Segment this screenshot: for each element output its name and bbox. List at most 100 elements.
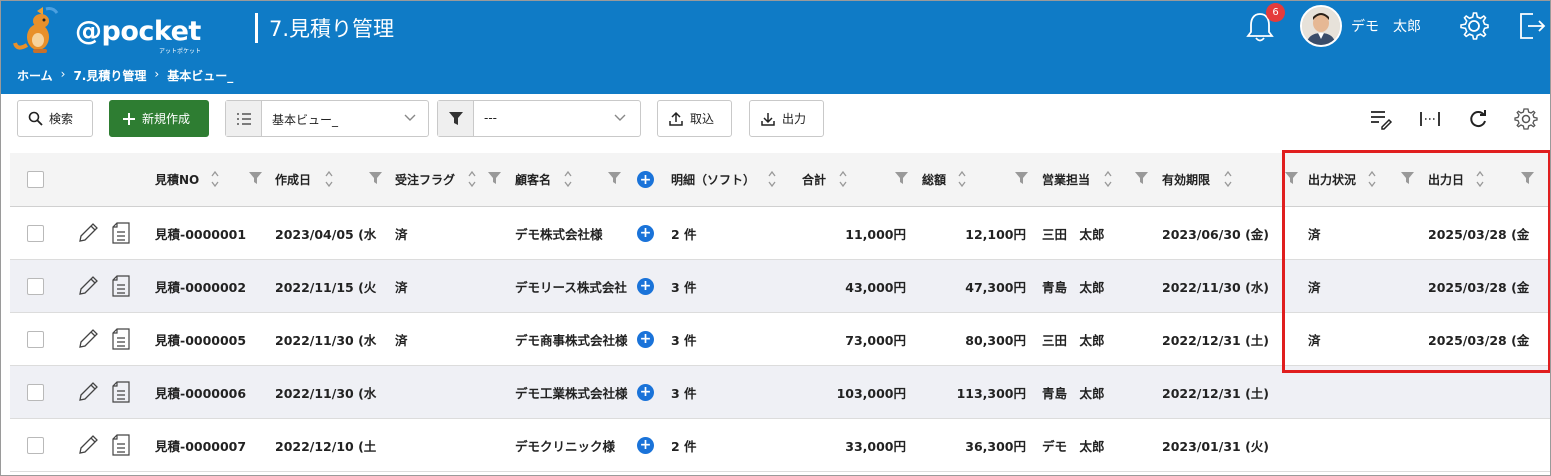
estimate-no[interactable]: 見積-0000005 [155,313,265,365]
filter-icon[interactable] [1521,172,1534,185]
sort-icon[interactable] [1367,168,1377,190]
logout-icon[interactable] [1515,10,1547,42]
pencil-icon[interactable] [77,434,99,456]
estimate-no[interactable]: 見積-0000007 [155,419,265,471]
sort-icon[interactable] [1223,168,1233,190]
column-header-no[interactable]: 見積NO [155,153,199,206]
download-icon [761,112,775,126]
customer-name: デモ工業株式会社様 [515,385,628,401]
detail-add-cell: + [637,260,657,312]
column-header-detail[interactable]: 明細（ソフト） [671,153,755,206]
created-date: 2022/11/30 (水 [275,385,377,401]
filter-icon[interactable] [369,172,382,185]
sort-icon[interactable] [1475,168,1485,190]
table-row[interactable]: 見積-0000006 2022/11/30 (水 デモ工業株式会社様 + 3 件… [10,366,1550,419]
table-row[interactable]: 見積-0000001 2023/04/05 (水 済 デモ株式会社様 + 2 件… [10,207,1550,260]
document-icon[interactable] [111,275,131,297]
document-icon[interactable] [111,434,131,456]
document-icon[interactable] [111,222,131,244]
order-flag [395,366,435,418]
edit-list-icon[interactable] [1369,107,1393,131]
plus-icon [123,112,135,125]
avatar[interactable] [1300,5,1342,47]
add-circle-icon[interactable]: + [637,436,654,454]
document-icon[interactable] [111,381,131,403]
filter-icon[interactable] [608,172,621,185]
breadcrumb-estimates[interactable]: 7.見積り管理 [73,67,146,84]
customer-name: デモリース株式会社 [515,279,627,295]
column-header-total[interactable]: 総額 [922,153,946,206]
filter-icon[interactable] [1285,172,1298,185]
select-all-checkbox[interactable] [27,171,44,188]
kangaroo-logo-icon [13,7,59,53]
notification-badge: 6 [1266,3,1285,22]
sort-icon[interactable] [1103,168,1113,190]
table-row[interactable]: 見積-0000002 2022/11/15 (火 済 デモリース株式会社 + 3… [10,260,1550,313]
table-row[interactable]: 見積-0000007 2022/12/10 (土 デモクリニック様 + 2 件 … [10,419,1550,472]
refresh-icon[interactable] [1466,107,1490,131]
estimate-no[interactable]: 見積-0000006 [155,366,265,418]
row-checkbox[interactable] [27,383,44,401]
breadcrumb-home[interactable]: ホーム [17,67,53,84]
document-icon[interactable] [111,328,131,350]
sort-icon[interactable] [957,168,967,190]
column-header-subtotal[interactable]: 合計 [802,153,826,206]
pencil-icon[interactable] [77,275,99,297]
add-circle-icon[interactable]: + [637,330,654,348]
sort-icon[interactable] [563,168,573,190]
order-flag: 済 [395,226,408,242]
export-button[interactable]: 出力 [749,100,824,137]
sort-icon[interactable] [767,168,777,190]
row-checkbox[interactable] [27,224,44,242]
view-select[interactable]: 基本ビュー_ [225,100,429,137]
column-header-order-flag[interactable]: 受注フラグ [395,153,455,206]
sales-rep: 三田 太郎 [1042,332,1105,348]
total: 80,300円 [965,332,1026,348]
sort-icon[interactable] [467,168,477,190]
user-name[interactable]: デモ 太郎 [1351,16,1421,36]
filter-icon[interactable] [1135,172,1148,185]
add-circle-icon[interactable]: + [637,383,654,401]
gear-icon[interactable] [1458,10,1490,42]
output-status: 済 [1308,279,1321,295]
add-column-cell: + [637,153,654,206]
detail-add-cell: + [637,313,657,365]
estimate-no[interactable]: 見積-0000001 [155,207,265,259]
import-button[interactable]: 取込 [657,100,732,137]
column-header-created[interactable]: 作成日 [275,153,311,206]
add-circle-icon[interactable]: + [637,171,654,188]
add-circle-icon[interactable]: + [637,224,654,242]
column-width-icon[interactable] [1418,107,1442,131]
column-header-output-date[interactable]: 出力日 [1428,153,1464,206]
row-checkbox[interactable] [27,436,44,454]
sort-icon[interactable] [324,168,334,190]
sort-icon[interactable] [210,168,220,190]
column-header-sales[interactable]: 営業担当 [1042,153,1090,206]
app-logo[interactable]: @pocket アットポケット [13,5,203,55]
breadcrumb: ホーム › 7.見積り管理 › 基本ビュー_ [17,67,233,84]
estimate-no[interactable]: 見積-0000002 [155,260,265,312]
pencil-icon[interactable] [77,381,99,403]
add-circle-icon[interactable]: + [637,277,654,295]
settings-icon[interactable] [1514,107,1538,131]
column-header-output-status[interactable]: 出力状況 [1308,153,1356,206]
pencil-icon[interactable] [77,328,99,350]
new-create-button[interactable]: 新規作成 [109,100,209,137]
filter-icon[interactable] [895,172,908,185]
filter-icon[interactable] [249,172,262,185]
pencil-icon[interactable] [77,222,99,244]
document-cell [111,366,133,418]
row-checkbox[interactable] [27,330,44,348]
column-header-expiry[interactable]: 有効期限 [1162,153,1210,206]
logo-text: @pocket [75,16,201,47]
row-checkbox[interactable] [27,277,44,295]
filter-icon[interactable] [1401,172,1414,185]
filter-icon[interactable] [1015,172,1028,185]
logo-subtext: アットポケット [159,48,202,55]
column-header-customer[interactable]: 顧客名 [515,153,551,206]
search-button[interactable]: 検索 [17,100,93,137]
filter-select[interactable]: --- [437,100,641,137]
sort-icon[interactable] [838,168,848,190]
filter-icon[interactable] [488,172,501,185]
table-row[interactable]: 見積-0000005 2022/11/30 (水 済 デモ商事株式会社様 + 3… [10,313,1550,366]
